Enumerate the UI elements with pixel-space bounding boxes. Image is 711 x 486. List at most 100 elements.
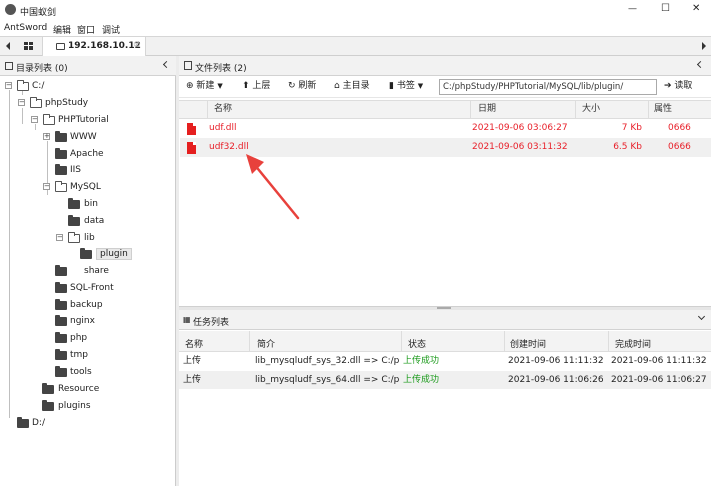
file-row[interactable]: udf.dll 2021-09-06 03:06:27 7 Kb 0666 [180, 119, 711, 138]
caret-down-icon: ▼ [417, 82, 424, 90]
expand-panel-icon[interactable] [697, 312, 706, 321]
menu-debug[interactable]: 调试 [102, 23, 120, 36]
file-date: 2021-09-06 03:06:27 [472, 123, 568, 133]
tree-node-label[interactable]: tools [70, 367, 92, 377]
tree-node-label[interactable]: Apache [70, 149, 104, 159]
column-divider [470, 101, 471, 118]
column-date[interactable]: 日期 [478, 101, 496, 118]
arrow-right-icon: ➔ [664, 81, 672, 91]
tree-node-label[interactable]: SQL-Front [70, 283, 114, 293]
menu-edit[interactable]: 编辑 [53, 23, 71, 36]
tree-node-label[interactable]: tmp [70, 350, 88, 360]
path-input[interactable] [439, 79, 657, 95]
tree-node-label[interactable]: share [84, 266, 109, 276]
tab-host[interactable]: 192.168.10.12 ⊗ [42, 37, 146, 56]
app-title: 中国蚁剑 [20, 8, 57, 18]
task-row[interactable]: 上传 lib_mysqludf_sys_64.dll => C:/phpSt 上… [179, 371, 711, 389]
tree-node-label[interactable]: C:/ [32, 81, 44, 91]
annotation-arrow [246, 154, 300, 220]
refresh-button[interactable]: ↻ 刷新 [288, 78, 316, 95]
tree-node-label[interactable]: plugin [96, 248, 132, 260]
tree-connector [35, 124, 36, 130]
column-divider [207, 101, 208, 118]
bookmark-button-label: 书签 [396, 81, 415, 91]
tree-node-label[interactable]: IIS [70, 165, 81, 175]
column-task-created[interactable]: 创建时间 [510, 337, 546, 350]
tree-node-label[interactable]: php [70, 333, 87, 343]
tree-toggle-icon[interactable]: + [43, 133, 50, 140]
task-name: 上传 [183, 375, 202, 385]
folder-icon [17, 417, 29, 428]
tree-node-label[interactable]: PHPTutorial [58, 115, 109, 125]
tab-scroll-right-icon[interactable] [702, 42, 706, 50]
file-attr: 0666 [668, 142, 691, 152]
collapse-panel-icon[interactable] [162, 60, 171, 69]
splitter-grip-icon [437, 307, 451, 309]
menu-antsword[interactable]: AntSword [4, 23, 47, 33]
tree-toggle-icon[interactable]: − [18, 99, 25, 106]
folder-icon [42, 400, 54, 411]
tree-node-label[interactable]: nginx [70, 316, 95, 326]
column-divider [575, 101, 576, 118]
file-attr: 0666 [668, 123, 691, 133]
tab-host-label: 192.168.10.12 [68, 41, 141, 51]
task-panel-header: ▦ 任务列表 [179, 310, 711, 330]
folder-open-icon [17, 80, 29, 91]
tab-close-icon[interactable]: ⊗ [133, 40, 141, 50]
close-window-button[interactable]: ✕ [692, 3, 700, 14]
column-divider [608, 331, 609, 352]
up-button-label: 上层 [252, 81, 271, 91]
task-finished: 2021-09-06 11:06:27 [611, 375, 707, 385]
column-task-status[interactable]: 状态 [408, 337, 426, 350]
home-tab-grid-icon[interactable] [24, 42, 33, 50]
tree-node-label[interactable]: lib [84, 233, 95, 243]
folder-icon [55, 299, 67, 310]
tree-toggle-icon[interactable]: − [5, 82, 12, 89]
column-name[interactable]: 名称 [214, 101, 232, 118]
tree-node-label[interactable]: bin [84, 199, 98, 209]
tree-toggle-icon[interactable]: − [31, 116, 38, 123]
up-button[interactable]: ⬆ 上层 [242, 78, 270, 95]
plus-circle-icon: ⊕ [186, 81, 194, 91]
refresh-icon: ↻ [288, 81, 296, 91]
menu-window[interactable]: 窗口 [77, 23, 95, 36]
tree-node-label[interactable]: plugins [58, 401, 91, 411]
task-desc: lib_mysqludf_sys_32.dll => C:/phpSt [255, 356, 399, 366]
new-button-label: 新建 [196, 81, 215, 91]
tab-scroll-left-icon[interactable] [6, 42, 10, 50]
read-button[interactable]: ➔ 读取 [664, 78, 692, 95]
maximize-button[interactable]: ☐ [661, 3, 670, 14]
task-row[interactable]: 上传 lib_mysqludf_sys_32.dll => C:/phpSt 上… [179, 352, 711, 370]
tree-node-label[interactable]: Resource [58, 384, 99, 394]
task-desc: lib_mysqludf_sys_64.dll => C:/phpSt [255, 375, 399, 385]
tree-toggle-icon[interactable]: − [43, 183, 50, 190]
tree-node-label[interactable]: backup [70, 300, 103, 310]
home-icon: ⌂ [334, 81, 340, 91]
folder-icon [55, 148, 67, 159]
tree-node-label[interactable]: D:/ [32, 418, 45, 428]
column-attr[interactable]: 属性 [654, 101, 672, 118]
column-size[interactable]: 大小 [582, 101, 600, 118]
new-button[interactable]: ⊕ 新建 ▼ [186, 78, 223, 95]
collapse-panel-icon[interactable] [696, 60, 705, 69]
caret-down-icon: ▼ [217, 82, 223, 90]
home-button-label: 主目录 [342, 81, 370, 91]
tree-node-label[interactable]: data [84, 216, 104, 226]
tree-toggle-icon[interactable]: − [56, 234, 63, 241]
column-task-desc[interactable]: 简介 [257, 337, 275, 350]
tree-connector [22, 108, 23, 124]
file-icon [187, 142, 196, 154]
folder-icon [55, 332, 67, 343]
column-task-finished[interactable]: 完成时间 [615, 337, 651, 350]
tree-node-label[interactable]: WWW [70, 132, 97, 142]
home-button[interactable]: ⌂ 主目录 [334, 78, 370, 95]
column-divider [249, 331, 250, 352]
task-table-header: 名称 简介 状态 创建时间 完成时间 [179, 331, 711, 352]
tree-node-label[interactable]: MySQL [70, 182, 101, 192]
folder-open-icon [68, 232, 80, 243]
bookmark-button[interactable]: ▮ 书签 ▼ [389, 78, 423, 95]
tree-node-label[interactable]: phpStudy [45, 98, 88, 108]
task-created: 2021-09-06 11:06:26 [508, 375, 604, 385]
minimize-button[interactable]: — [628, 4, 637, 14]
column-task-name[interactable]: 名称 [185, 337, 203, 350]
